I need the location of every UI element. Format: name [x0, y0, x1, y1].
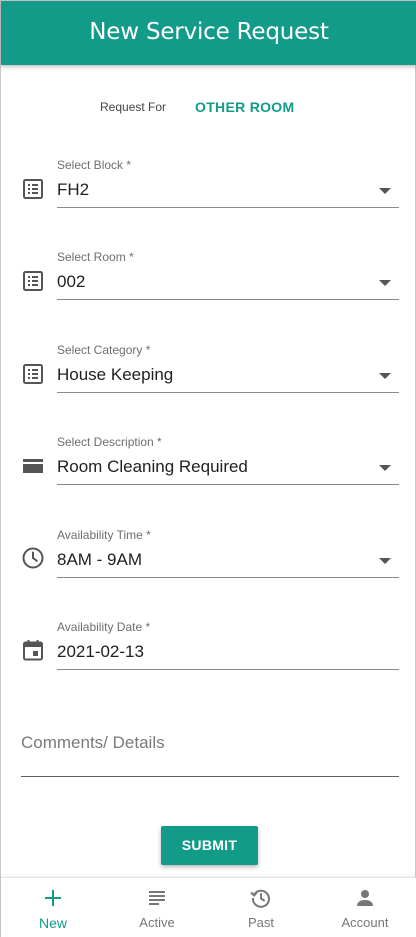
select-room-field[interactable]: Select Room * 002: [21, 250, 399, 310]
select-description-value: Room Cleaning Required: [57, 457, 248, 476]
nav-label-account: Account: [341, 915, 389, 930]
availability-date-field[interactable]: Availability Date * 2021-02-13: [21, 620, 399, 680]
chevron-down-icon[interactable]: [379, 188, 391, 194]
chevron-down-icon[interactable]: [379, 280, 391, 286]
field-underline: [57, 207, 399, 208]
plus-icon: [45, 890, 61, 906]
request-for-label: Request For: [100, 100, 167, 114]
select-block-value: FH2: [57, 180, 90, 199]
comments-placeholder: Comments/ Details: [21, 733, 165, 752]
submit-button[interactable]: SUBMIT: [161, 826, 258, 865]
field-underline: [57, 577, 399, 578]
nav-label-active: Active: [139, 915, 175, 930]
nav-label-past: Past: [247, 915, 274, 930]
availability-date-label: Availability Date *: [57, 620, 151, 634]
list-lines-icon: [149, 891, 165, 905]
select-room-value: 002: [57, 272, 86, 291]
select-description-label: Select Description *: [57, 435, 162, 449]
page-title: New Service Request: [89, 19, 329, 45]
select-room-label: Select Room *: [57, 250, 134, 264]
field-underline: [57, 392, 399, 393]
select-category-label: Select Category *: [57, 343, 151, 357]
select-category-field[interactable]: Select Category * House Keeping: [21, 343, 399, 403]
field-underline: [57, 484, 399, 485]
nav-item-account[interactable]: Account: [313, 878, 416, 937]
clock-icon: [22, 547, 44, 569]
comments-input[interactable]: Comments/ Details: [21, 733, 399, 779]
list-icon: [23, 179, 43, 199]
list-icon: [23, 271, 43, 291]
select-block-field[interactable]: Select Block * FH2: [21, 158, 399, 218]
person-icon: [357, 890, 373, 906]
calendar-icon: [23, 640, 43, 661]
select-category-value: House Keeping: [57, 365, 174, 384]
list-icon: [23, 364, 43, 384]
select-block-label: Select Block *: [57, 158, 132, 172]
chevron-down-icon[interactable]: [379, 373, 391, 379]
history-icon: [250, 889, 270, 908]
other-room-toggle[interactable]: OTHER ROOM: [195, 99, 294, 115]
availability-time-field[interactable]: Availability Time * 8AM - 9AM: [21, 528, 399, 588]
app-bar: New Service Request: [1, 1, 416, 65]
comments-underline: [21, 776, 399, 777]
select-description-field[interactable]: Select Description * Room Cleaning Requi…: [21, 435, 399, 495]
availability-time-value: 8AM - 9AM: [57, 550, 143, 569]
chevron-down-icon[interactable]: [379, 465, 391, 471]
availability-date-value: 2021-02-13: [57, 642, 144, 661]
nav-item-past[interactable]: Past: [209, 878, 313, 937]
nav-item-active[interactable]: Active: [105, 878, 209, 937]
field-underline: [57, 299, 399, 300]
bottom-navigation: New Active Past Account: [1, 877, 416, 937]
nav-item-new[interactable]: New: [1, 878, 105, 937]
availability-time-label: Availability Time *: [57, 528, 151, 542]
chevron-down-icon[interactable]: [379, 558, 391, 564]
field-underline: [57, 669, 399, 670]
nav-label-new: New: [38, 915, 67, 931]
subtitles-icon: [23, 459, 43, 473]
app-frame: New Service Request Request For OTHER RO…: [0, 0, 416, 937]
